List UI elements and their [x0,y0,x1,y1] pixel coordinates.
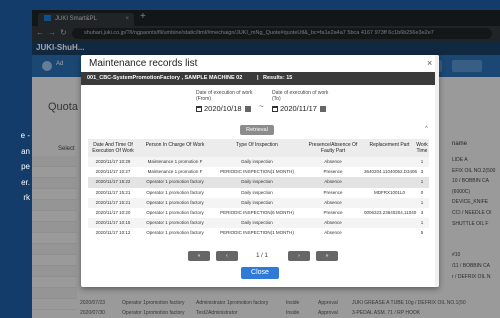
dropdown-icon[interactable] [244,106,251,112]
table-cell: Absence [324,199,342,205]
table-cell: Daily inspection [241,159,273,164]
table-cell: MDFRX1001L0 [373,189,405,195]
table-row[interactable]: 2020/11/17 10:12 Operator 1 promotion fac… [88,228,429,239]
table-row[interactable]: 2020/11/17 10:27 Maintenance 1 promotion … [88,167,429,178]
to-date-label: Date of execution of work (To) [272,90,329,102]
table-cell: 2020/11/17 10:15 [95,220,131,226]
table-cell: Presence [323,189,343,195]
machine-name: 001_CBC-SystemPromotionFactory , SAMPLE … [87,75,243,81]
collapse-icon[interactable]: ^ [425,126,428,132]
last-page-button[interactable]: » [316,251,338,261]
table-header: Date And Time Of Execution Of Work Person… [88,139,429,157]
table-cell: Operator 1 promotion factory [146,209,204,215]
table-cell: 3 [420,169,424,175]
table-cell: 0006323.23640204.11040 [364,209,417,215]
column-header[interactable]: Person In Charge Of Work [138,142,212,148]
retrieval-button[interactable]: Retrieval [240,125,274,135]
column-header[interactable]: Presence/Absence Of Faulty Part [302,142,364,154]
table-cell: 0 [420,189,424,195]
table-cell: Daily inspection [241,199,273,205]
table-cell: Daily inspection [241,189,273,195]
column-header[interactable]: Work Time [415,142,429,154]
table-row[interactable]: 2020/11/17 10:20 Operator 1 promotion fac… [88,207,429,219]
maintenance-records-modal: Maintenance records list × 001_CBC-Syste… [81,55,439,287]
table-cell: Absence [324,220,342,226]
table-cell: 2020/11/17 10:12 [95,230,131,236]
first-page-button[interactable]: « [188,251,210,261]
calendar-icon [196,106,202,112]
table-row[interactable]: 2020/11/17 15:21 Operator 1 promotion fac… [88,197,429,208]
table-cell: 2020/11/17 10:20 [95,209,131,215]
table-cell: Operator 1 promotion factory [146,179,204,185]
table-cell: 1 [420,179,424,185]
table-cell: 2020/11/17 10:27 [95,169,131,175]
side-text-line: er. [21,177,30,187]
next-page-button[interactable]: › [288,251,310,261]
results-count: Results: 15 [263,75,293,81]
table-cell: Presence [323,169,343,175]
close-icon[interactable]: × [427,58,432,68]
from-date-field[interactable]: 2020/10/18 [196,104,251,113]
table-cell: Operator 1 promotion factory [146,199,204,205]
dropdown-icon[interactable] [319,106,326,112]
table-cell: PERIODIC INSPECTION(1 MONTH) [220,169,294,175]
table-cell: 3 [420,209,424,215]
to-date-value: 2020/11/17 [280,104,317,113]
side-text-line: e - [20,131,30,140]
column-header[interactable]: Replacement Part [364,142,415,148]
table-row[interactable]: 2020/11/17 15:21 Operator 1 promotion fac… [88,187,429,198]
date-range-separator: ~ [259,102,264,111]
table-cell: Maintenance 1 promotion F [147,159,203,164]
calendar-icon [272,106,278,112]
machine-info-bar: 001_CBC-SystemPromotionFactory , SAMPLE … [81,72,439,85]
side-text-line: an [21,146,30,156]
prev-page-button[interactable]: ‹ [216,251,238,261]
table-cell: 2020/11/17 15:21 [95,199,131,205]
modal-scrollbar[interactable] [435,55,439,287]
modal-title: Maintenance records list [89,58,198,69]
records-table: Date And Time Of Execution Of Work Person… [88,139,429,239]
table-cell: 5 [420,230,424,236]
table-cell: Absence [324,230,342,236]
table-cell: 1 [420,220,424,226]
side-text-line: rk [23,193,30,202]
column-header[interactable]: Type Of Inspection [212,142,302,148]
table-cell: Maintenance 1 promotion F [147,169,203,175]
close-button[interactable]: Close [241,267,279,279]
table-cell: Absence [324,179,342,185]
table-row[interactable]: 2020/11/17 15:22 Operator 1 promotion fac… [88,177,429,188]
table-cell: Operator 1 promotion factory [146,230,204,236]
table-cell: Daily inspection [241,179,273,185]
table-cell: PERIODIC INSPECTION(6 MONTH) [220,209,294,215]
table-cell: 3640204.11040052.D3406 [364,169,417,175]
table-cell: 2020/11/17 15:22 [95,179,131,185]
table-cell: 1 [420,159,424,164]
table-row[interactable]: 2020/11/17 10:29 Maintenance 1 promotion … [88,157,429,168]
table-cell: PERIODIC INSPECTION(1 MONTH) [220,230,294,236]
page-info: 1 / 1 [256,253,268,259]
table-cell: Daily inspection [241,220,273,226]
table-cell: 1 [420,199,424,205]
table-cell: 2020/11/17 15:21 [95,189,131,195]
table-cell: 2020/11/17 10:29 [95,159,131,164]
table-cell: Presence [323,209,343,215]
table-row[interactable]: 2020/11/17 10:15 Operator 1 promotion fac… [88,218,429,229]
column-header[interactable]: Date And Time Of Execution Of Work [88,142,138,154]
separator: | [257,75,259,81]
from-date-value: 2020/10/18 [204,104,242,113]
from-date-label: Date of execution of work (From) [196,90,253,102]
to-date-field[interactable]: 2020/11/17 [272,104,326,113]
table-cell: Operator 1 promotion factory [146,189,204,195]
table-cell: Operator 1 promotion factory [146,220,204,226]
side-text-line: pe [21,162,30,171]
table-cell: Absence [324,159,342,164]
side-text: e - an pe er. rk [0,128,30,206]
